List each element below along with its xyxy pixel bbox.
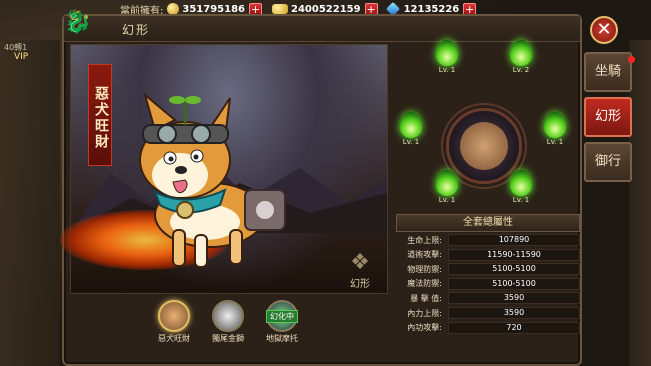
corgi-pet-illustration (139, 92, 286, 268)
pet-slot-corgi[interactable]: 惡犬旺財 (154, 300, 194, 346)
stats-header: 全套總屬性 (396, 214, 580, 232)
stat-key: 生命上限: (407, 235, 442, 245)
ingot-counter: 2400522159 (272, 4, 361, 15)
transform-emblem[interactable]: ❖ 幻形 (340, 250, 380, 294)
stat-value: 3590 (448, 292, 580, 305)
stat-row: 魔法防禦: 5100-5100 (396, 277, 580, 290)
category-tabs: 坐騎 幻形 御行 (584, 52, 634, 187)
flame-slot-mid-right[interactable]: Lv. 1 (540, 112, 570, 146)
flame-slot-mid-left[interactable]: Lv. 1 (396, 112, 426, 146)
panel-title: 幻形 (122, 23, 151, 37)
left-hud-background (0, 40, 60, 366)
coin-value: 351795186 (182, 3, 245, 15)
wheel-center-pet-icon (460, 122, 508, 170)
stat-row: 暴 擊 值: 3590 (396, 292, 580, 305)
stat-row: 道術攻擊: 11590-11590 (396, 248, 580, 261)
stat-value: 5100-5100 (448, 277, 580, 290)
stat-value: 107890 (448, 234, 580, 247)
flame-level: Lv. 1 (512, 196, 530, 204)
stat-row: 內功攻擊: 720 (396, 321, 580, 334)
pet-slot-label: 地獄摩托 (266, 334, 298, 343)
tab-transform[interactable]: 幻形 (584, 97, 632, 137)
stat-key: 內功攻擊: (407, 323, 442, 333)
stat-key: 內力上限: (407, 308, 442, 318)
notification-dot-icon (628, 56, 635, 63)
green-flame-icon (544, 112, 566, 138)
pet-selector-bar: 惡犬旺財 獨尾金獅 幻化中 地獄摩托 (154, 300, 314, 346)
stat-key: 物理防禦: (407, 264, 442, 274)
stat-value: 11590-11590 (448, 248, 580, 261)
stat-value: 720 (448, 321, 580, 334)
pet-slot-motorbike[interactable]: 幻化中 地獄摩托 (262, 300, 302, 346)
gem-value: 12135226 (403, 3, 460, 15)
pet-slot-label: 惡犬旺財 (158, 334, 190, 343)
green-flame-icon (400, 112, 422, 138)
ingot-value: 2400522159 (291, 3, 361, 15)
transforming-tag: 幻化中 (266, 310, 298, 323)
flame-slot-top-right[interactable]: Lv. 2 (506, 40, 536, 74)
stat-value: 5100-5100 (448, 263, 580, 276)
stat-key: 暴 擊 值: (410, 293, 442, 303)
stat-row: 物理防禦: 5100-5100 (396, 263, 580, 276)
stat-row: 內力上限: 3590 (396, 307, 580, 320)
transform-emblem-label: 幻形 (350, 279, 370, 290)
green-flame-icon (436, 40, 458, 66)
corgi-thumbnail-icon (158, 300, 190, 332)
flame-level: Lv. 2 (512, 66, 530, 74)
close-button[interactable]: ✕ (590, 16, 618, 44)
flame-level: Lv. 1 (438, 66, 456, 74)
flame-slot-bottom-left[interactable]: Lv. 1 (432, 170, 462, 204)
stat-value: 3590 (448, 307, 580, 320)
green-flame-icon (510, 170, 532, 196)
ingot-icon (272, 4, 288, 14)
total-attributes-table: 全套總屬性 生命上限: 107890 道術攻擊: 11590-11590 物理防… (396, 214, 580, 346)
tab-mount[interactable]: 坐騎 (584, 52, 632, 92)
tab-travel[interactable]: 御行 (584, 142, 632, 182)
flame-slot-bottom-right[interactable]: Lv. 1 (506, 170, 536, 204)
motorbike-thumbnail-icon: 幻化中 (266, 300, 298, 332)
green-flame-icon (436, 170, 458, 196)
stat-key: 道術攻擊: (407, 250, 442, 260)
flame-level: Lv. 1 (402, 138, 420, 146)
flame-level: Lv. 1 (546, 138, 564, 146)
dragon-emblem-icon: ❖ (350, 250, 370, 275)
flame-level: Lv. 1 (438, 196, 456, 204)
stat-row: 生命上限: 107890 (396, 234, 580, 247)
flame-slot-top-left[interactable]: Lv. 1 (432, 40, 462, 74)
panel-title-bar: 幻形 (64, 16, 580, 42)
vip-badge[interactable]: VIP (14, 52, 28, 62)
dragon-ornament-icon: 🐉 (64, 10, 92, 35)
gem-counter: 12135226 (385, 1, 460, 17)
pet-name-banner: 惡犬旺財 (88, 64, 112, 166)
lion-thumbnail-icon (212, 300, 244, 332)
pet-slot-lion[interactable]: 獨尾金獅 (208, 300, 248, 346)
green-flame-icon (510, 40, 532, 66)
stat-key: 魔法防禦: (407, 279, 442, 289)
pet-slot-label: 獨尾金獅 (212, 334, 244, 343)
